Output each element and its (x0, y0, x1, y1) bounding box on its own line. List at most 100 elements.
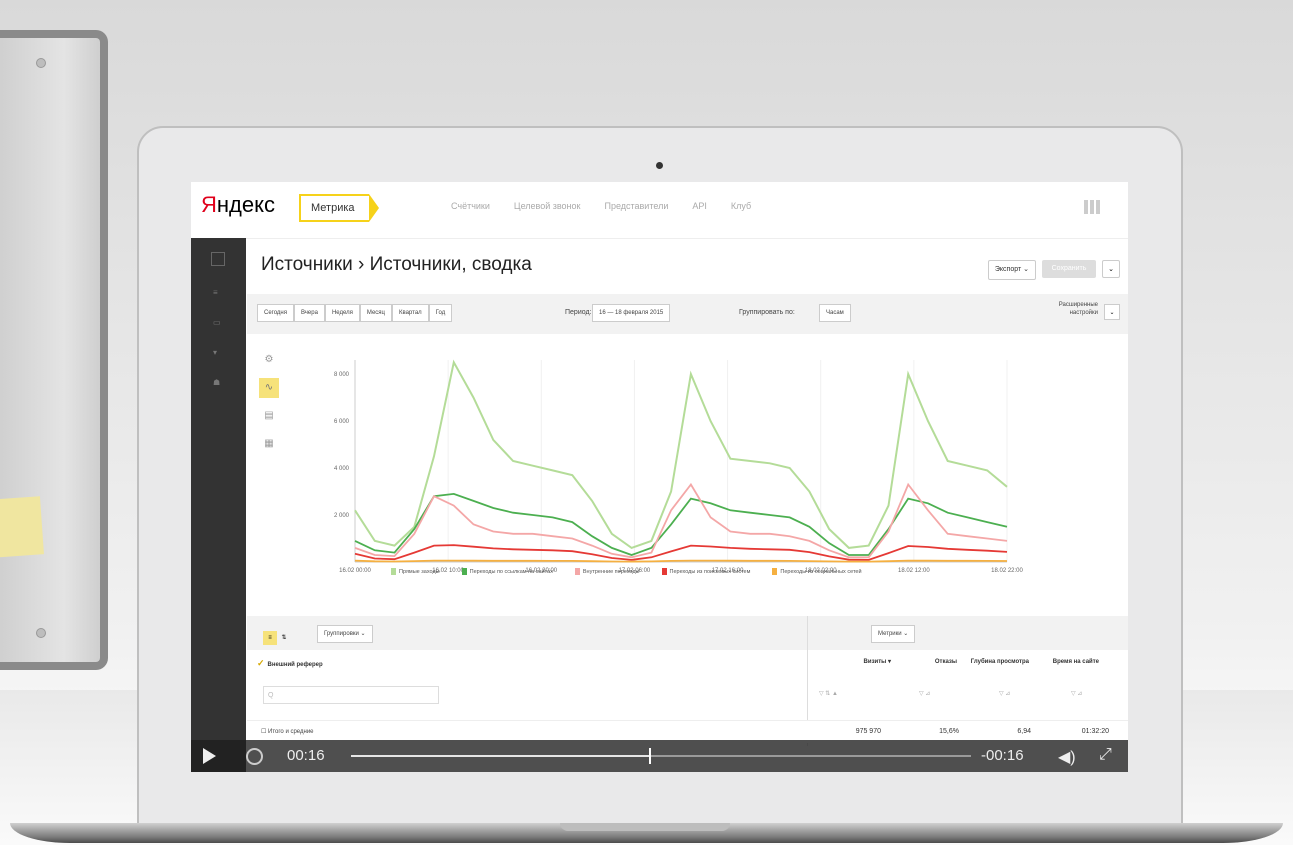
period-quarter[interactable]: Квартал (391, 304, 429, 322)
app-header: Яндекс Метрика Счётчики Целевой звонок П… (191, 182, 1128, 239)
yandex-logo-text: ндекс (216, 192, 275, 217)
total-visits: 975 970 (855, 728, 881, 735)
tree-view-icon[interactable]: ⇅ (277, 631, 291, 645)
period-today[interactable]: Сегодня (257, 304, 294, 322)
legend-label: Переходы по ссылкам на сайтах (469, 568, 553, 575)
metrics-label: Метрики (878, 631, 902, 637)
menu-icon[interactable]: ≡ (213, 288, 223, 297)
user-icon[interactable]: ☗ (213, 378, 223, 387)
seek-bar-progress (351, 755, 649, 757)
totals-label-text: Итого и средние (268, 729, 314, 735)
legend-item[interactable]: Внутренние переходы (574, 568, 640, 575)
legend-item[interactable]: Переходы по ссылкам на сайтах (461, 568, 553, 575)
volume-icon[interactable]: ◀) (1058, 747, 1076, 767)
legend-swatch (772, 568, 778, 575)
metrika-logo[interactable]: Метрика (299, 194, 378, 222)
legend-label: Переходы из поисковых систем (669, 568, 751, 575)
advanced-settings-link[interactable]: Расширенные настройки (1038, 301, 1098, 317)
legend-item[interactable]: Переходы из социальных сетей (772, 568, 862, 575)
period-label: Период: (565, 309, 592, 316)
legend-item[interactable]: Прямые заходы (391, 568, 440, 575)
col-visits[interactable]: Визиты ▾ (819, 658, 891, 666)
board-pin (36, 58, 46, 68)
seek-handle[interactable] (648, 748, 651, 764)
x-tick-label: 16.02 00:00 (339, 568, 371, 574)
y-tick-label: 6 000 (334, 419, 350, 425)
legend-label: Внутренние переходы (582, 568, 640, 575)
nav-api[interactable]: API (692, 201, 707, 211)
col-bounces[interactable]: Отказы (897, 658, 957, 666)
replay-icon[interactable] (246, 748, 263, 765)
seek-bar[interactable] (351, 748, 971, 764)
total-depth: 6,94 (1017, 728, 1031, 735)
groupings-button[interactable]: Группировки ⌄ (317, 625, 373, 643)
dashboard-icon[interactable]: ▭ (213, 318, 223, 327)
period-date-picker[interactable]: 16 — 18 февраля 2015 (592, 304, 671, 322)
period-year[interactable]: Год (428, 304, 453, 322)
group-by-label: Группировать по: (739, 309, 795, 316)
legend-swatch (461, 568, 467, 575)
period-week[interactable]: Неделя (324, 304, 360, 322)
legend-item[interactable]: Переходы из поисковых систем (661, 568, 751, 575)
yandex-logo-letter: Я (201, 192, 217, 217)
legend-swatch (574, 568, 580, 575)
period-yesterday[interactable]: Вчера (294, 304, 325, 322)
checkmark-icon: ✓ (257, 658, 265, 668)
nav-call[interactable]: Целевой звонок (514, 201, 581, 211)
expand-icon[interactable] (211, 252, 225, 266)
groupings-label: Группировки (324, 631, 359, 637)
video-controls: 00:16 -00:16 ◀) ⤢ (191, 740, 1128, 772)
legend-swatch (661, 568, 667, 575)
dimension-header[interactable]: ✓ Внешний реферер (257, 658, 323, 669)
sticky-note (0, 496, 44, 558)
yandex-logo[interactable]: Яндекс (201, 192, 275, 218)
y-tick-label: 2 000 (334, 513, 350, 519)
laptop-screen: Яндекс Метрика Счётчики Целевой звонок П… (191, 182, 1128, 772)
advanced-settings-dropdown-icon[interactable]: ⌄ (1104, 304, 1120, 320)
series-line-4 (354, 544, 1008, 561)
table-toolbar: ≡ ⇅ Группировки ⌄ Метрики ⌄ (247, 616, 1128, 650)
col-time-filter-icon[interactable]: ▽ ⊿ (1071, 690, 1082, 697)
y-tick-label: 8 000 (334, 372, 350, 378)
fullscreen-icon[interactable]: ⤢ (1099, 746, 1112, 764)
period-month[interactable]: Месяц (359, 304, 392, 322)
elapsed-time: 00:16 (287, 747, 325, 764)
dimension-search-input[interactable]: Q (263, 686, 439, 704)
flat-view-icon[interactable]: ≡ (263, 631, 277, 645)
col-depth-filter-icon[interactable]: ▽ ⊿ (999, 690, 1010, 697)
legend-label: Прямые заходы (399, 568, 440, 575)
period-buttons: Сегодня Вчера Неделя Месяц Квартал Год (257, 304, 453, 322)
save-button[interactable]: Сохранить (1042, 260, 1096, 278)
save-dropdown-icon[interactable]: ⌄ (1102, 260, 1120, 278)
x-tick-label: 18.02 22:00 (991, 568, 1023, 574)
top-nav: Счётчики Целевой звонок Представители AP… (451, 201, 751, 211)
col-bounces-filter-icon[interactable]: ▽ ⊿ (919, 690, 930, 697)
view-toggle: ≡ ⇅ (263, 626, 295, 645)
series-line-5 (354, 559, 1008, 563)
nav-counters[interactable]: Счётчики (451, 201, 490, 211)
totals-label: ☐ Итого и средние (261, 729, 314, 735)
laptop-notch (560, 823, 730, 831)
series-line-1 (354, 359, 1008, 550)
legend-swatch (391, 568, 396, 575)
y-tick-label: 4 000 (334, 466, 350, 472)
period-toolbar: Сегодня Вчера Неделя Месяц Квартал Год П… (247, 294, 1128, 334)
metrics-button[interactable]: Метрики ⌄ (871, 625, 916, 643)
chart-legend: Прямые заходы Переходы по ссылкам на сайт… (391, 568, 991, 575)
nav-club[interactable]: Клуб (731, 201, 751, 211)
export-button[interactable]: Экспорт ⌄ (987, 260, 1036, 280)
play-icon[interactable] (203, 748, 216, 764)
filter-icon[interactable]: ▾ (213, 348, 223, 357)
total-bounces: 15,6% (939, 728, 959, 735)
page-title: Источники › Источники, сводка (261, 254, 532, 275)
remaining-time: -00:16 (981, 747, 1024, 764)
legend-label: Переходы из социальных сетей (780, 568, 862, 575)
apps-grid-icon[interactable] (1084, 200, 1100, 214)
col-time[interactable]: Время на сайте (1041, 658, 1099, 666)
col-visits-filter-icon[interactable]: ▽ ⇅ ▲ (819, 690, 838, 697)
col-depth[interactable]: Глубина просмотра (969, 658, 1029, 666)
group-by-select[interactable]: Часам (819, 304, 851, 322)
webcam (656, 162, 663, 169)
nav-reps[interactable]: Представители (604, 201, 668, 211)
sidebar: ≡ ▭ ▾ ☗ (191, 238, 246, 772)
